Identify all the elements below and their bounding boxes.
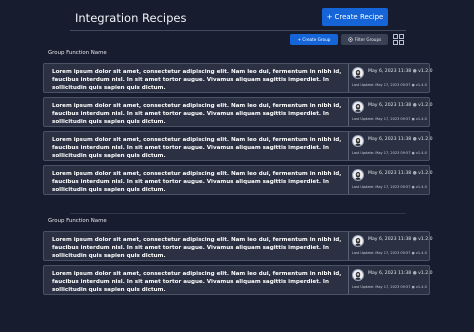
filter-groups-button[interactable]: Filter Groups	[341, 34, 388, 45]
card-divider	[348, 132, 349, 160]
create-recipe-button[interactable]: + Create Recipe	[322, 8, 388, 26]
plus-icon: +	[326, 13, 333, 21]
page-title: Integration Recipes	[75, 11, 187, 25]
recipe-card[interactable]: Lorem ipsum dolor sit amet, consectetur …	[43, 165, 433, 195]
recipe-card[interactable]: Lorem ipsum dolor sit amet, consectetur …	[43, 131, 433, 161]
user-avatar	[352, 235, 364, 247]
user-avatar	[352, 135, 364, 147]
recipe-description: Lorem ipsum dolor sit amet, consectetur …	[52, 137, 342, 159]
card-divider	[348, 166, 349, 194]
filter-icon	[348, 36, 353, 43]
recipe-card[interactable]: Lorem ipsum dolor sit amet, consectetur …	[43, 63, 433, 93]
filter-groups-label: Filter Groups	[354, 37, 382, 42]
create-recipe-label: Create Recipe	[334, 13, 384, 21]
group-name: Group Function Name	[48, 218, 107, 224]
recipe-date: May 6, 2023 11:38 ● v1.2.0	[368, 237, 433, 242]
recipe-date: May 6, 2023 11:38 ● v1.2.0	[368, 103, 433, 108]
recipe-last-update: Last Update: May 17, 2023 09:57 ● v1.4.0	[352, 83, 427, 87]
recipe-date: May 6, 2023 11:38 ● v1.2.0	[368, 137, 433, 142]
recipe-description: Lorem ipsum dolor sit amet, consectetur …	[52, 271, 342, 293]
recipe-last-update: Last Update: May 17, 2023 09:57 ● v1.4.0	[352, 185, 427, 189]
user-avatar	[352, 101, 364, 113]
recipe-description: Lorem ipsum dolor sit amet, consectetur …	[52, 171, 342, 193]
recipe-last-update: Last Update: May 17, 2023 09:57 ● v1.4.0	[352, 151, 427, 155]
title-divider	[70, 30, 406, 31]
user-avatar	[352, 269, 364, 281]
recipe-card[interactable]: Lorem ipsum dolor sit amet, consectetur …	[43, 265, 433, 295]
grid-view-icon[interactable]	[393, 34, 404, 45]
user-avatar	[352, 67, 364, 79]
recipe-date: May 6, 2023 11:38 ● v1.2.0	[368, 271, 433, 276]
group-name: Group Function Name	[48, 50, 107, 56]
card-divider	[348, 266, 349, 294]
recipe-description: Lorem ipsum dolor sit amet, consectetur …	[52, 69, 342, 91]
recipe-card[interactable]: Lorem ipsum dolor sit amet, consectetur …	[43, 97, 433, 127]
recipe-description: Lorem ipsum dolor sit amet, consectetur …	[52, 103, 342, 125]
group-divider	[70, 213, 406, 214]
recipe-last-update: Last Update: May 17, 2023 09:57 ● v1.4.0	[352, 251, 427, 255]
recipe-last-update: Last Update: May 17, 2023 09:57 ● v1.4.0	[352, 117, 427, 121]
recipe-last-update: Last Update: May 17, 2023 09:57 ● v1.4.0	[352, 285, 427, 289]
card-divider	[348, 98, 349, 126]
create-group-button[interactable]: + Create Group	[290, 34, 338, 45]
recipe-description: Lorem ipsum dolor sit amet, consectetur …	[52, 237, 342, 259]
card-divider	[348, 232, 349, 260]
recipe-date: May 6, 2023 11:38 ● v1.2.0	[368, 171, 433, 176]
card-divider	[348, 64, 349, 92]
recipe-date: May 6, 2023 11:38 ● v1.2.0	[368, 69, 433, 74]
user-avatar	[352, 169, 364, 181]
recipe-card[interactable]: Lorem ipsum dolor sit amet, consectetur …	[43, 231, 433, 261]
